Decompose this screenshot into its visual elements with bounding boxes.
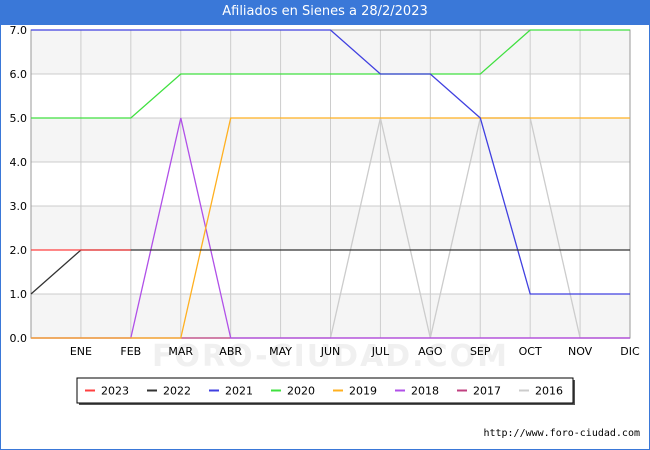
x-tick-label: ABR: [219, 345, 242, 358]
x-tick-label: MAY: [269, 345, 292, 358]
source-url: http://www.foro-ciudad.com: [483, 428, 640, 439]
line-chart: FORO-CIUDAD.COM0.01.02.03.04.05.06.07.0E…: [10, 24, 640, 405]
y-tick-label: 4.0: [10, 156, 28, 169]
y-tick-label: 6.0: [10, 68, 28, 81]
legend-label: 2021: [225, 385, 253, 398]
x-tick-label: DIC: [620, 345, 640, 358]
legend-label: 2019: [349, 385, 377, 398]
legend-label: 2020: [287, 385, 315, 398]
x-tick-label: JUL: [371, 345, 390, 358]
x-tick-label: JUN: [320, 345, 341, 358]
x-tick-label: ENE: [70, 345, 92, 358]
y-tick-label: 3.0: [10, 200, 28, 213]
legend-label: 2017: [473, 385, 501, 398]
legend-label: 2023: [101, 385, 129, 398]
legend-label: 2018: [411, 385, 439, 398]
x-tick-label: SEP: [470, 345, 491, 358]
x-tick-label: MAR: [168, 345, 193, 358]
legend-label: 2022: [163, 385, 191, 398]
y-tick-label: 7.0: [10, 24, 28, 37]
legend: 2023 2022 2021 2020 2019 2018 2017 2016: [76, 377, 575, 405]
x-tick-label: FEB: [120, 345, 141, 358]
x-tick-label: OCT: [519, 345, 542, 358]
x-tick-label: AGO: [418, 345, 443, 358]
y-tick-label: 0.0: [10, 332, 28, 345]
x-tick-label: NOV: [568, 345, 593, 358]
y-tick-label: 5.0: [10, 112, 28, 125]
y-tick-label: 1.0: [10, 288, 28, 301]
legend-label: 2016: [535, 385, 563, 398]
y-tick-label: 2.0: [10, 244, 28, 257]
